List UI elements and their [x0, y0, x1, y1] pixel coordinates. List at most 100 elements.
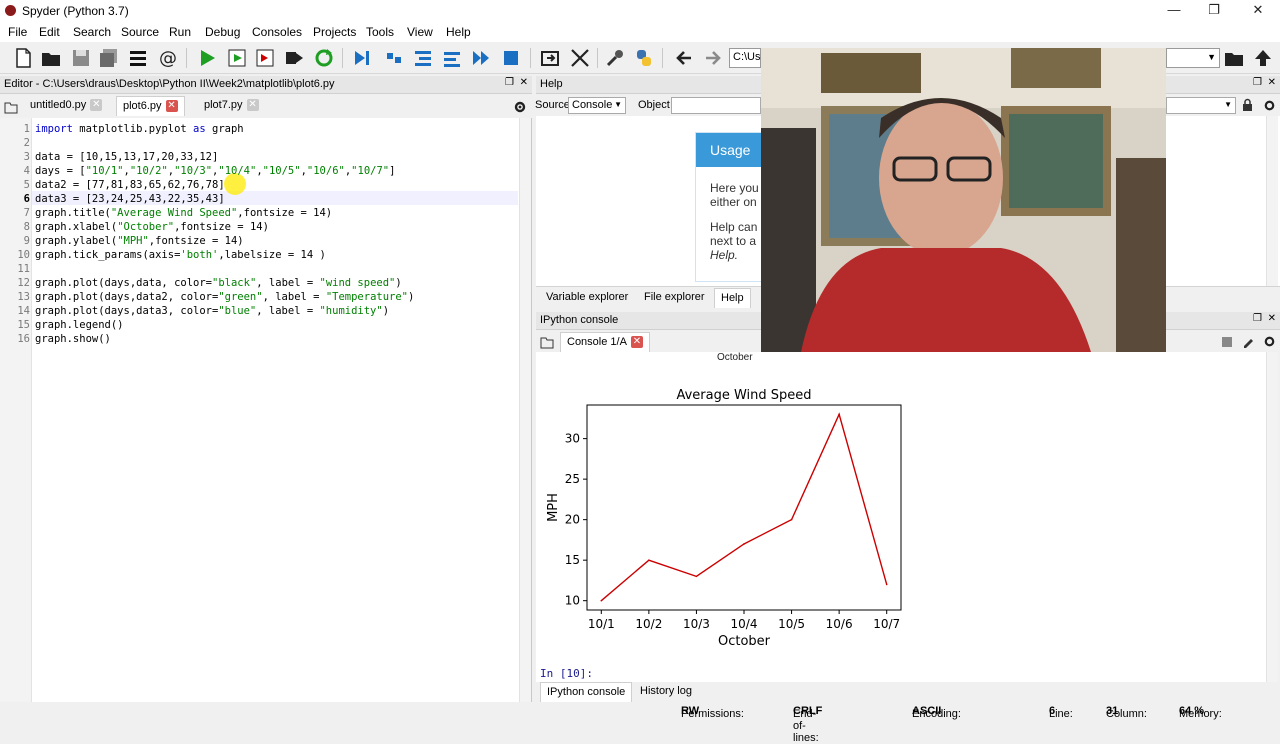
eol-status: End-of-lines: CRLF — [793, 705, 823, 744]
tab-file-explorer[interactable]: File explorer — [638, 288, 711, 308]
close-window-button[interactable]: ✕ — [1244, 2, 1272, 20]
rerun-icon[interactable] — [313, 47, 335, 69]
menu-file[interactable]: File — [8, 25, 27, 39]
object-input[interactable] — [671, 97, 761, 114]
source-select[interactable]: Console ▼ — [568, 97, 626, 114]
gear-icon[interactable] — [513, 100, 527, 114]
webcam-overlay — [761, 48, 1166, 352]
wrench-icon[interactable] — [604, 47, 626, 69]
gear-icon[interactable] — [1263, 335, 1276, 348]
close-tab-icon[interactable]: ✕ — [165, 100, 178, 113]
debug-icon[interactable] — [351, 47, 373, 69]
spyder-app-icon — [5, 5, 16, 16]
code-line[interactable]: graph.title("Average Wind Speed",fontsiz… — [35, 206, 332, 220]
minimize-button[interactable]: — — [1160, 2, 1188, 20]
step-return-icon[interactable] — [441, 47, 463, 69]
code-line[interactable]: graph.xlabel("October",fontsize = 14) — [35, 220, 269, 234]
x-tick-label: 10/4 — [731, 617, 758, 631]
code-line[interactable]: days = ["10/1","10/2","10/3","10/4","10/… — [35, 164, 395, 178]
list-icon[interactable] — [127, 47, 149, 69]
stop-debug-icon[interactable] — [500, 47, 522, 69]
menu-view[interactable]: View — [407, 25, 433, 39]
run-cell-advance-icon[interactable] — [254, 47, 276, 69]
back-arrow-icon[interactable] — [673, 47, 695, 69]
menu-search[interactable]: Search — [73, 25, 111, 39]
code-editor[interactable]: 1 2 3 4 5 6 7 8 9 10 11 12 13 14 15 16 import matplotli… — [0, 118, 532, 702]
fullscreen-icon[interactable] — [569, 47, 591, 69]
menu-debug[interactable]: Debug — [205, 25, 240, 39]
undock-icon[interactable]: ❐ — [1253, 313, 1262, 324]
restore-button[interactable]: ❐ — [1200, 2, 1228, 20]
close-pane-icon[interactable]: ✕ — [1268, 77, 1276, 88]
tab-help[interactable]: Help — [714, 288, 751, 308]
code-line[interactable]: data = [10,15,13,17,20,33,12] — [35, 150, 218, 164]
new-file-icon[interactable] — [12, 47, 34, 69]
object-dropdown[interactable]: ▼ — [1166, 97, 1236, 114]
y-tick-label: 10 — [565, 594, 580, 608]
chart-title: Average Wind Speed — [676, 388, 811, 403]
code-line[interactable]: graph.ylabel("MPH",fontsize = 14) — [35, 234, 244, 248]
tab-history-log[interactable]: History log — [634, 682, 698, 702]
console-scrollbar[interactable] — [1266, 352, 1278, 682]
clear-console-icon[interactable] — [1241, 335, 1255, 349]
browse-tabs-icon[interactable] — [4, 100, 18, 114]
line-number: 5 — [23, 179, 30, 191]
working-directory-dropdown[interactable]: ▼ — [1166, 48, 1220, 68]
menu-consoles[interactable]: Consoles — [252, 25, 302, 39]
browse-tabs-icon[interactable] — [540, 335, 554, 349]
save-all-icon[interactable] — [98, 47, 120, 69]
at-symbol-icon[interactable]: @ — [157, 47, 179, 69]
code-line[interactable]: graph.plot(days,data3, color="blue", lab… — [35, 304, 389, 318]
tab-ipython-console[interactable]: IPython console — [540, 682, 633, 702]
code-line[interactable]: graph.tick_params(axis='both',labelsize … — [35, 248, 326, 262]
menu-edit[interactable]: Edit — [39, 25, 60, 39]
data-point — [838, 413, 840, 416]
code-line[interactable]: graph.legend() — [35, 318, 124, 332]
stop-kernel-icon[interactable] — [1222, 337, 1232, 347]
code-line[interactable]: graph.show() — [35, 332, 111, 346]
menu-projects[interactable]: Projects — [313, 25, 356, 39]
python-icon[interactable] — [633, 47, 655, 69]
close-tab-icon[interactable]: ✕ — [246, 99, 259, 112]
undock-icon[interactable]: ❐ — [505, 77, 514, 88]
lock-icon[interactable] — [1241, 98, 1254, 112]
tab-console-1a[interactable]: Console 1/A ✕ — [560, 332, 650, 352]
continue-icon[interactable] — [470, 47, 492, 69]
console-output[interactable]: October Average Wind Speed 10 15 20 25 30 10/1… — [536, 352, 1266, 682]
code-line[interactable]: graph.plot(days,data, color="black", lab… — [35, 276, 402, 290]
tab-plot7[interactable]: plot7.py ✕ — [198, 96, 265, 116]
close-tab-icon[interactable]: ✕ — [630, 336, 643, 349]
menu-help[interactable]: Help — [446, 25, 471, 39]
step-icon[interactable] — [383, 47, 405, 69]
undock-icon[interactable]: ❐ — [1253, 77, 1262, 88]
close-tab-icon[interactable]: ✕ — [90, 99, 103, 112]
open-file-icon[interactable] — [40, 47, 62, 69]
gear-icon[interactable] — [1263, 99, 1276, 112]
close-pane-icon[interactable]: ✕ — [520, 77, 528, 88]
maximize-pane-icon[interactable] — [539, 47, 561, 69]
editor-scrollbar[interactable] — [519, 118, 531, 702]
menu-run[interactable]: Run — [169, 25, 191, 39]
browse-folder-icon[interactable] — [1223, 47, 1245, 69]
tab-plot6[interactable]: plot6.py ✕ — [116, 96, 185, 116]
menu-tools[interactable]: Tools — [366, 25, 394, 39]
working-directory-input[interactable]: C:\Use — [729, 48, 767, 68]
step-into-icon[interactable] — [412, 47, 434, 69]
forward-arrow-icon[interactable] — [702, 47, 724, 69]
code-line[interactable]: import matplotlib.pyplot as graph — [35, 122, 244, 136]
console-bottom-tabs: IPython console History log — [536, 682, 1280, 702]
parent-directory-icon[interactable] — [1252, 47, 1274, 69]
menu-source[interactable]: Source — [121, 25, 159, 39]
tab-variable-explorer[interactable]: Variable explorer — [540, 288, 634, 308]
run-cell-icon[interactable] — [226, 47, 248, 69]
close-pane-icon[interactable]: ✕ — [1268, 313, 1276, 324]
tab-untitled0[interactable]: untitled0.py ✕ — [24, 96, 108, 116]
run-selection-icon[interactable] — [283, 47, 305, 69]
data-point — [790, 518, 793, 521]
code-line[interactable]: graph.plot(days,data2, color="green", la… — [35, 290, 414, 304]
code-line[interactable]: data2 = [77,81,83,65,62,76,78] — [35, 178, 225, 192]
help-scrollbar[interactable] — [1266, 116, 1278, 286]
code-line[interactable]: data3 = [23,24,25,43,22,35,43] — [35, 192, 225, 206]
save-file-icon[interactable] — [70, 47, 92, 69]
run-icon[interactable] — [196, 47, 218, 69]
